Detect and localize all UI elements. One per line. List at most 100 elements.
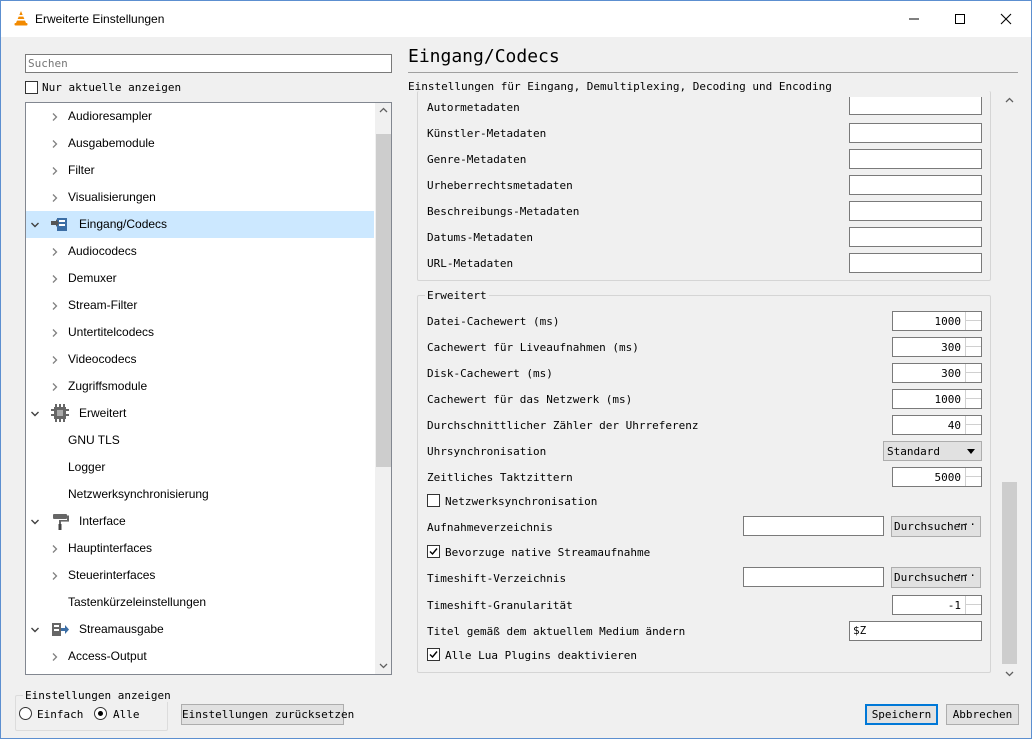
tree-item[interactable]: GNU TLS (26, 427, 374, 454)
chevron-down-icon[interactable] (30, 516, 40, 526)
metadata-input[interactable] (849, 149, 982, 169)
tree-item[interactable]: Erweitert (26, 400, 374, 427)
metadata-input[interactable] (849, 201, 982, 221)
record-dir-browse-button[interactable]: Durchsuchen ··· (891, 516, 981, 537)
tree-item[interactable]: Untertitelcodecs (26, 319, 374, 346)
metadata-input[interactable] (849, 253, 982, 273)
record-dir-input[interactable] (743, 516, 884, 536)
chevron-right-icon[interactable] (50, 651, 60, 661)
minimize-button[interactable] (891, 1, 937, 37)
maximize-button[interactable] (937, 1, 983, 37)
spin-down-icon[interactable] (966, 399, 981, 408)
metadata-label: URL-Metadaten (427, 257, 514, 270)
tree-item[interactable]: Audioresampler (26, 103, 374, 130)
spin-up-icon[interactable] (966, 312, 981, 321)
spin-down-icon[interactable] (966, 321, 981, 330)
tree-item[interactable]: Videocodecs (26, 346, 374, 373)
chevron-right-icon[interactable] (50, 138, 60, 148)
all-radio[interactable] (94, 707, 107, 720)
live-cache-spinbox[interactable]: 300 (892, 337, 982, 357)
tree-item[interactable]: Ausgabemodule (26, 130, 374, 157)
tree-item[interactable]: Audiocodecs (26, 238, 374, 265)
metadata-input[interactable] (849, 227, 982, 247)
network-cache-spinbox[interactable]: 1000 (892, 389, 982, 409)
jitter-spinbox[interactable]: 5000 (892, 467, 982, 487)
tree-item[interactable]: Logger (26, 454, 374, 481)
tree-item[interactable]: Streamausgabe (26, 616, 374, 643)
spin-down-icon[interactable] (966, 425, 981, 434)
chevron-right-icon[interactable] (50, 327, 60, 337)
tree-item[interactable]: Stream-Filter (26, 292, 374, 319)
title-change-input[interactable]: $Z (849, 621, 982, 641)
simple-radio[interactable] (19, 707, 32, 720)
tree-scrollbar[interactable] (375, 103, 391, 674)
reset-settings-button[interactable]: Einstellungen zurücksetzen (181, 704, 354, 725)
file-cache-spinbox[interactable]: 1000 (892, 311, 982, 331)
spin-down-icon[interactable] (966, 347, 981, 356)
chevron-right-icon[interactable] (50, 273, 60, 283)
cancel-button[interactable]: Abbrechen (946, 704, 1019, 725)
spin-down-icon[interactable] (966, 373, 981, 382)
file-cache-label: Datei-Cachewert (ms) (427, 315, 560, 328)
spin-up-icon[interactable] (966, 596, 981, 605)
clock-sync-combo[interactable]: Standard (883, 441, 982, 461)
spin-up-icon[interactable] (966, 416, 981, 425)
tree-item[interactable]: Tastenkürzeleinstellungen (26, 589, 374, 616)
tree-item[interactable]: Zugriffsmodule (26, 373, 374, 400)
metadata-input[interactable] (849, 123, 982, 143)
chevron-down-icon[interactable] (30, 624, 40, 634)
metadata-input[interactable] (849, 97, 982, 115)
settings-scroll-thumb[interactable] (1002, 482, 1017, 664)
spin-up-icon[interactable] (966, 390, 981, 399)
preferences-window: Erweiterte Einstellungen Nur aktuelle an… (0, 0, 1032, 739)
tree-item[interactable]: Interface (26, 508, 374, 535)
disable-lua-checkbox[interactable] (427, 648, 440, 661)
spin-up-icon[interactable] (966, 364, 981, 373)
timeshift-dir-input[interactable] (743, 567, 884, 587)
scroll-up-icon[interactable] (1005, 97, 1014, 103)
spin-down-icon[interactable] (966, 605, 981, 614)
clock-ref-label: Durchschnittlicher Zähler der Uhrreferen… (427, 419, 699, 432)
tree-item[interactable]: Netzwerksynchronisierung (26, 481, 374, 508)
netsync-checkbox[interactable] (427, 494, 440, 507)
settings-scrollbar[interactable] (1001, 93, 1018, 683)
chevron-right-icon[interactable] (50, 543, 60, 553)
clock-ref-spinbox[interactable]: 40 (892, 415, 982, 435)
tree-item-label: Audiocodecs (68, 244, 137, 258)
chevron-right-icon[interactable] (50, 165, 60, 175)
tree-item[interactable]: Filter (26, 157, 374, 184)
chevron-right-icon[interactable] (50, 300, 60, 310)
spin-up-icon[interactable] (966, 338, 981, 347)
native-record-checkbox[interactable] (427, 545, 440, 558)
timeshift-gran-spinbox[interactable]: -1 (892, 595, 982, 615)
chevron-right-icon[interactable] (50, 570, 60, 580)
tree-item[interactable]: Hauptinterfaces (26, 535, 374, 562)
only-current-checkbox[interactable] (25, 81, 38, 94)
chevron-right-icon[interactable] (50, 354, 60, 364)
scroll-down-icon[interactable] (1005, 671, 1014, 677)
chevron-right-icon[interactable] (50, 246, 60, 256)
tree-item[interactable]: Demuxer (26, 265, 374, 292)
scroll-up-icon[interactable] (379, 107, 388, 113)
category-tree[interactable]: Audioresampler Ausgabemodule Filter Visuali… (25, 102, 392, 675)
chevron-right-icon[interactable] (50, 111, 60, 121)
timeshift-dir-browse-button[interactable]: Durchsuchen ··· (891, 567, 981, 588)
tree-item[interactable]: Eingang/Codecs (26, 211, 374, 238)
all-label: Alle (113, 708, 140, 721)
tree-scroll-thumb[interactable] (376, 134, 391, 467)
metadata-input[interactable] (849, 175, 982, 195)
search-input[interactable] (25, 54, 392, 73)
spin-down-icon[interactable] (966, 477, 981, 486)
chevron-right-icon[interactable] (50, 192, 60, 202)
chevron-right-icon[interactable] (50, 381, 60, 391)
spin-up-icon[interactable] (966, 468, 981, 477)
save-button[interactable]: Speichern (865, 704, 938, 725)
chevron-down-icon[interactable] (30, 219, 40, 229)
disk-cache-spinbox[interactable]: 300 (892, 363, 982, 383)
tree-item[interactable]: Visualisierungen (26, 184, 374, 211)
close-button[interactable] (983, 1, 1029, 37)
chevron-down-icon[interactable] (30, 408, 40, 418)
tree-item[interactable]: Steuerinterfaces (26, 562, 374, 589)
scroll-down-icon[interactable] (379, 663, 388, 669)
tree-item[interactable]: Access-Output (26, 643, 374, 670)
